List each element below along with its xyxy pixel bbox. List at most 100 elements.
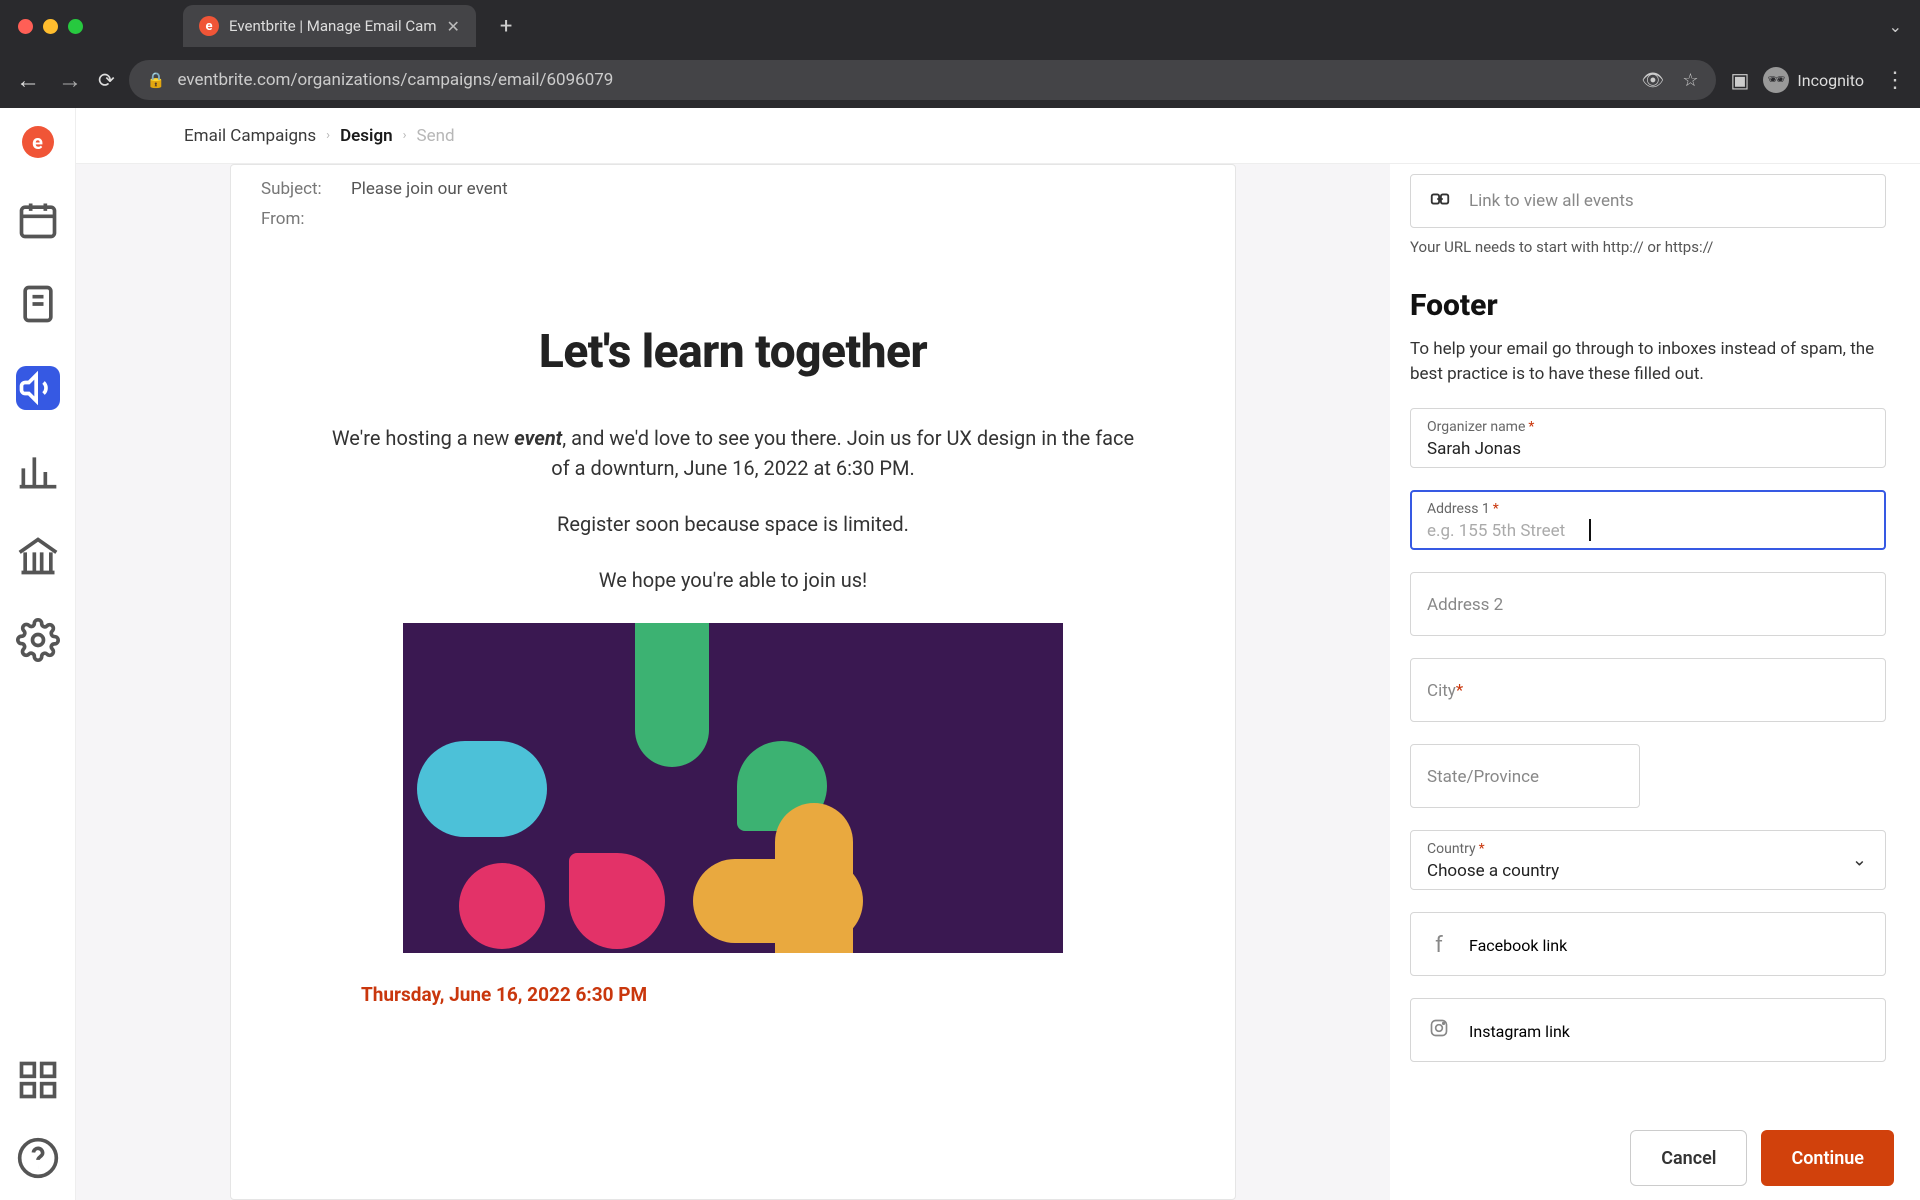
email-body: Let's learn together We're hosting a new… — [231, 245, 1235, 1026]
country-select[interactable] — [1427, 861, 1869, 881]
app-root: e Email Campaigns — [0, 108, 1920, 1200]
breadcrumb-sep-2: › — [403, 128, 407, 143]
rail-bank-icon[interactable] — [16, 534, 60, 578]
shape-blue-pill — [417, 741, 547, 837]
p1-c: , and we'd love to see you there. Join u… — [551, 426, 1134, 480]
country-field[interactable]: Country* ⌄ — [1410, 830, 1886, 890]
preview-column: Subject: Please join our event From: Let… — [76, 164, 1390, 1200]
shape-pink-drop — [569, 853, 665, 949]
rail-chart-icon[interactable] — [16, 450, 60, 494]
state-label: State/Province — [1427, 767, 1539, 787]
address2-field[interactable]: Address 2 — [1410, 572, 1886, 636]
event-image — [403, 623, 1063, 953]
required-star: * — [1493, 501, 1499, 517]
url-hint: Your URL needs to start with http:// or … — [1410, 238, 1886, 256]
organizer-name-label: Organizer name — [1427, 419, 1525, 435]
tab-close-icon[interactable]: ✕ — [447, 17, 460, 36]
eventbrite-logo[interactable]: e — [22, 126, 54, 158]
address1-label: Address 1 — [1427, 501, 1490, 517]
email-subject-row: Subject: Please join our event — [231, 165, 1235, 203]
body-paragraph-2: Register soon because space is limited. — [321, 509, 1145, 539]
tab-favicon: e — [199, 16, 219, 36]
breadcrumb-design[interactable]: Design — [340, 126, 393, 146]
cancel-button[interactable]: Cancel — [1630, 1130, 1747, 1186]
p1-a: We're hosting a new — [332, 426, 514, 450]
required-star: * — [1456, 681, 1463, 701]
incognito-icon: 🕶 — [1763, 67, 1789, 93]
new-tab-button[interactable]: + — [500, 14, 512, 39]
subject-label: Subject: — [261, 179, 333, 199]
shape-yellow-vert — [775, 803, 853, 953]
p1-strong: event — [514, 426, 562, 450]
facebook-label: Facebook link — [1469, 936, 1567, 955]
breadcrumb: Email Campaigns › Design › Send — [76, 108, 1920, 164]
chevron-down-icon: ⌄ — [1852, 850, 1867, 871]
browser-chrome: e Eventbrite | Manage Email Cam ✕ + ⌄ ← … — [0, 0, 1920, 108]
panel-icon[interactable]: ▣ — [1730, 68, 1749, 92]
rail-help-icon[interactable] — [16, 1136, 60, 1180]
browser-tab[interactable]: e Eventbrite | Manage Email Cam ✕ — [183, 5, 476, 47]
body-paragraph-3: We hope you're able to join us! — [321, 565, 1145, 595]
eye-off-icon[interactable]: 👁 — [1641, 70, 1664, 91]
url-text: eventbrite.com/organizations/campaigns/e… — [177, 70, 1629, 90]
nav-forward-icon: → — [56, 66, 84, 95]
address1-field[interactable]: Address 1* — [1410, 490, 1886, 550]
url-bar-row: ← → ⟳ 🔒 eventbrite.com/organizations/cam… — [0, 52, 1920, 108]
footer-desc: To help your email go through to inboxes… — [1410, 337, 1886, 386]
city-field[interactable]: City* — [1410, 658, 1886, 722]
continue-button[interactable]: Continue — [1761, 1130, 1894, 1186]
window-close-dot[interactable] — [18, 19, 33, 34]
content-row: Subject: Please join our event From: Let… — [76, 164, 1920, 1200]
incognito-label: Incognito — [1797, 71, 1864, 90]
event-date-line: Thursday, June 16, 2022 6:30 PM — [321, 953, 1145, 1006]
main-column: Email Campaigns › Design › Send Subject:… — [76, 108, 1920, 1200]
city-label: City — [1427, 681, 1456, 701]
side-panel: Link to view all events Your URL needs t… — [1390, 164, 1920, 1200]
email-from-row: From: — [231, 203, 1235, 245]
rail-page-icon[interactable] — [16, 282, 60, 326]
rail-apps-icon[interactable] — [16, 1058, 60, 1102]
hero-title: Let's learn together — [321, 325, 1145, 379]
breadcrumb-send: Send — [417, 126, 455, 146]
organizer-name-input[interactable] — [1427, 439, 1869, 459]
rail-calendar-icon[interactable] — [16, 198, 60, 242]
incognito-badge[interactable]: 🕶 Incognito — [1763, 67, 1864, 93]
footer-heading: Footer — [1410, 288, 1886, 323]
window-max-dot[interactable] — [68, 19, 83, 34]
organizer-name-field[interactable]: Organizer name* — [1410, 408, 1886, 468]
email-preview-card: Subject: Please join our event From: Let… — [230, 164, 1236, 1200]
instagram-link-field[interactable]: Instagram link — [1410, 998, 1886, 1062]
body-paragraph-1: We're hosting a new event, and we'd love… — [321, 423, 1145, 483]
facebook-link-field[interactable]: f Facebook link — [1410, 912, 1886, 976]
required-star: * — [1528, 419, 1534, 435]
rail-megaphone-icon[interactable] — [16, 366, 60, 410]
shape-green-pill — [635, 623, 709, 767]
facebook-icon: f — [1427, 933, 1451, 958]
required-star: * — [1479, 841, 1485, 857]
window-controls-bar: e Eventbrite | Manage Email Cam ✕ + ⌄ — [0, 0, 1920, 52]
link-all-events-label: Link to view all events — [1469, 191, 1634, 211]
browser-menu-icon[interactable]: ⋮ — [1884, 68, 1906, 93]
lock-icon: 🔒 — [147, 71, 166, 89]
left-rail: e — [0, 108, 76, 1200]
subject-value: Please join our event — [351, 179, 508, 199]
reload-icon[interactable]: ⟳ — [98, 68, 115, 92]
link-icon — [1429, 188, 1451, 215]
shape-pink-circle — [459, 863, 545, 949]
action-bar: Cancel Continue — [1630, 1130, 1894, 1186]
nav-back-icon[interactable]: ← — [14, 66, 42, 95]
instagram-label: Instagram link — [1469, 1022, 1570, 1041]
breadcrumb-sep-1: › — [326, 128, 330, 143]
star-icon[interactable]: ☆ — [1682, 70, 1698, 91]
tab-title: Eventbrite | Manage Email Cam — [229, 17, 437, 35]
state-field[interactable]: State/Province — [1410, 744, 1640, 808]
instagram-icon — [1427, 1018, 1451, 1044]
event-image-wrap — [321, 623, 1145, 953]
window-min-dot[interactable] — [43, 19, 58, 34]
url-bar[interactable]: 🔒 eventbrite.com/organizations/campaigns… — [129, 60, 1717, 100]
link-all-events-field[interactable]: Link to view all events — [1410, 174, 1886, 228]
rail-settings-icon[interactable] — [16, 618, 60, 662]
tabs-chevron-icon[interactable]: ⌄ — [1889, 17, 1902, 36]
breadcrumb-email-campaigns[interactable]: Email Campaigns — [184, 126, 316, 146]
address1-input[interactable] — [1427, 521, 1869, 541]
